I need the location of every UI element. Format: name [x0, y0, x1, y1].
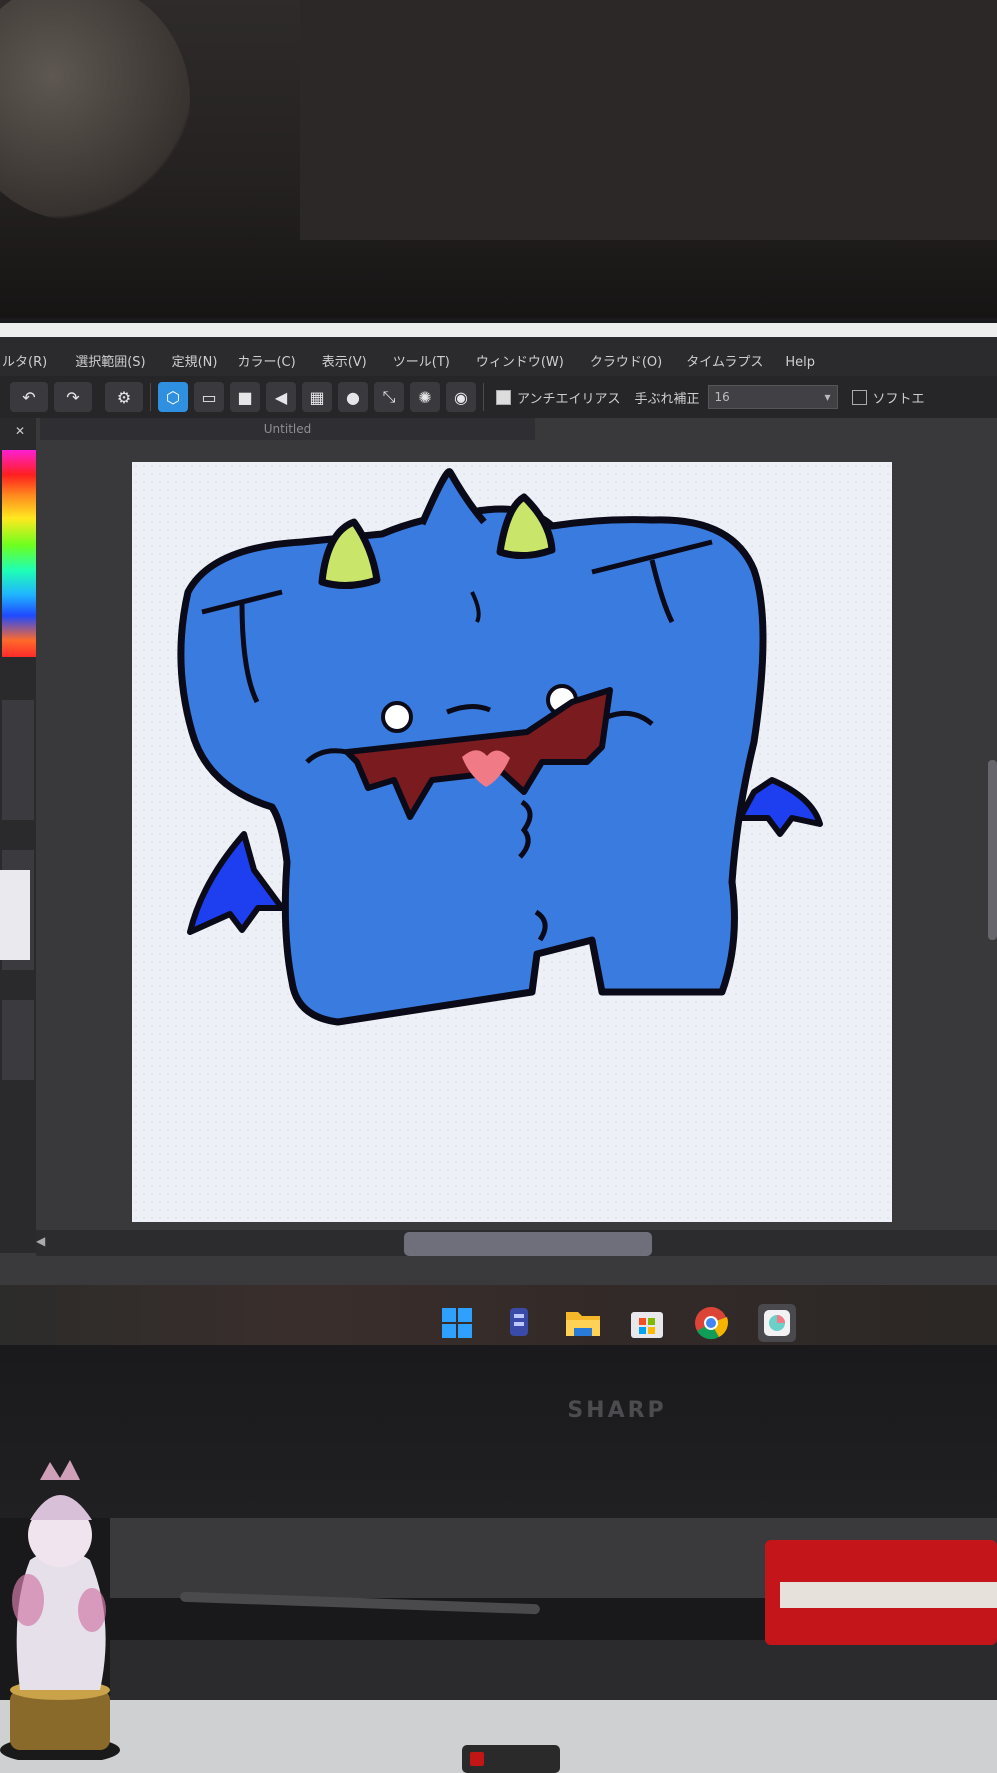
windows-start-icon [442, 1308, 472, 1338]
soft-edge-label: ソフトエ [872, 391, 925, 407]
left-eye [381, 701, 413, 733]
room-background [0, 0, 997, 330]
menu-timelapse[interactable]: タイムラプス [686, 351, 763, 376]
microsoft-store-icon [631, 1312, 663, 1338]
usb-indicator [470, 1752, 484, 1766]
file-explorer-button[interactable] [564, 1304, 602, 1342]
toolbar-divider-2 [483, 383, 484, 411]
tool-toolbar: ↶ ↷ ⚙ ⬡ ▭ ■ ◀ ▦ ● ⤡ ✺ ◉ アンチエイリアス 手ぶれ補正 1… [0, 376, 997, 418]
antialias-label: アンチエイリアス [517, 391, 621, 407]
color-palette[interactable] [2, 450, 36, 657]
chrome-button[interactable] [692, 1304, 730, 1342]
document-tab-title: Untitled [263, 422, 312, 436]
menu-ruler[interactable]: 定規(N) [172, 351, 218, 376]
menu-view[interactable]: 表示(V) [322, 351, 367, 376]
fill-rect-button[interactable]: ■ [230, 382, 260, 412]
monitor-bezel [0, 1345, 997, 1520]
target-button[interactable]: ◉ [446, 382, 476, 412]
ellipse-button[interactable]: ● [338, 382, 368, 412]
monitor-brand-logo: SHARP [567, 1398, 667, 1423]
pattern-button[interactable]: ▦ [302, 382, 332, 412]
stabilizer-value: 16 [714, 390, 730, 404]
undo-button[interactable]: ↶ [10, 382, 48, 412]
lasso-tool-button[interactable]: ⬡ [158, 382, 188, 412]
figurine [0, 1460, 120, 1760]
circle-icon: ● [346, 387, 360, 407]
redo-button[interactable]: ↷ [54, 382, 92, 412]
transform-icon: ⤡ [382, 387, 396, 406]
vertical-scroll-thumb[interactable] [988, 760, 997, 940]
rect-select-button[interactable]: ▭ [194, 382, 224, 412]
stabilizer-label: 手ぶれ補正 [634, 391, 700, 407]
windows-start-button[interactable] [438, 1304, 476, 1342]
medibang-icon [764, 1310, 790, 1336]
case-band [780, 1582, 997, 1608]
taskbar [0, 1285, 997, 1345]
brush-size-panel[interactable] [2, 700, 34, 820]
stabilizer-select[interactable]: 16 ▾ [707, 385, 838, 409]
menu-color[interactable]: カラー(C) [237, 351, 295, 376]
lasso-icon: ⬡ [166, 387, 180, 407]
menu-window[interactable]: ウィンドウ(W) [476, 351, 564, 376]
horizontal-scroll-thumb[interactable] [404, 1232, 652, 1256]
microsoft-store-button[interactable] [628, 1304, 666, 1342]
taskbar-app-button[interactable] [500, 1304, 538, 1342]
tool-panel[interactable] [2, 1000, 34, 1080]
undo-icon: ↶ [22, 387, 36, 407]
settings-button[interactable]: ⚙ [105, 382, 143, 412]
head-spike [418, 468, 487, 526]
select-rect-icon: ▭ [201, 387, 217, 407]
cog-icon: ✺ [418, 387, 432, 407]
layer-thumbnail[interactable] [0, 870, 30, 960]
right-wing [737, 777, 823, 837]
chrome-icon [695, 1307, 729, 1340]
polygon-button[interactable]: ◀ [266, 382, 296, 412]
triangle-icon: ◀ [274, 387, 288, 407]
transform-button[interactable]: ⤡ [374, 382, 404, 412]
menu-cloud[interactable]: クラウド(O) [590, 351, 662, 376]
soft-edge-checkbox[interactable] [851, 389, 867, 405]
scroll-left-icon[interactable]: ◀ [36, 1234, 45, 1248]
menu-help[interactable]: Help [785, 355, 815, 376]
left-horn [318, 518, 381, 589]
app-icon [510, 1308, 528, 1336]
blurred-object [0, 0, 190, 220]
gear-icon: ⚙ [116, 387, 132, 407]
desk-shelf [110, 1640, 997, 1700]
menu-bar: ルタ(R) 選択範囲(S) 定規(N) カラー(C) 表示(V) ツール(T) … [0, 323, 997, 376]
menu-filter[interactable]: ルタ(R) [2, 351, 47, 376]
menu-tool[interactable]: ツール(T) [393, 351, 450, 376]
wall-panel [300, 0, 997, 240]
left-wing [187, 831, 285, 935]
chevron-down-icon: ▾ [824, 390, 831, 404]
gear-tool-button[interactable]: ✺ [410, 382, 440, 412]
antialias-checkbox[interactable] [496, 389, 511, 405]
medibang-button[interactable] [758, 1304, 796, 1342]
target-icon: ◉ [454, 387, 468, 407]
drawing-canvas[interactable] [132, 462, 892, 1222]
square-icon: ■ [237, 387, 253, 407]
toolbar-divider [150, 383, 151, 411]
grid-icon: ▦ [309, 387, 325, 407]
panel-close-icon[interactable]: ✕ [15, 424, 25, 438]
menu-select[interactable]: 選択範囲(S) [75, 351, 145, 376]
redo-icon: ↷ [66, 387, 80, 407]
character-drawing [177, 468, 823, 1026]
file-explorer-icon [566, 1312, 600, 1336]
